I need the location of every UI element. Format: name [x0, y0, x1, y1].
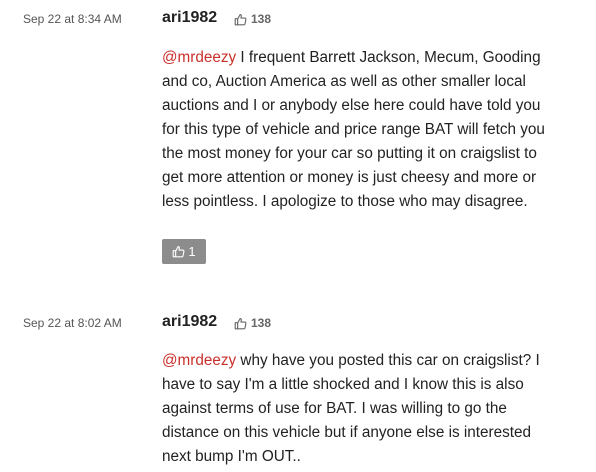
comment-date[interactable]: Sep 22 at 8:02 AM — [23, 316, 122, 330]
comment-line: distance on this vehicle but if anyone e… — [162, 424, 532, 441]
mention-link[interactable]: @mrdeezy — [162, 352, 236, 369]
comment-line: less pointless. I apologize to those who… — [162, 193, 528, 210]
thumbs-up-icon — [234, 13, 247, 25]
comment-body: @mrdeezy why have you posted this car on… — [162, 349, 587, 469]
like-button[interactable]: 1 — [162, 239, 206, 264]
comment-line: @mrdeezy I frequent Barrett Jackson, Mec… — [162, 46, 587, 70]
reputation-count: 138 — [251, 12, 272, 26]
comment-author[interactable]: ari1982 — [162, 9, 217, 27]
mention-link[interactable]: @mrdeezy — [162, 49, 236, 66]
author-reputation: 138 — [234, 316, 271, 330]
comment-body: @mrdeezy I frequent Barrett Jackson, Mec… — [162, 46, 587, 214]
comment-line: get more attention or money is just chee… — [162, 169, 537, 186]
comment-text: why have you posted this car on craigsli… — [236, 352, 540, 369]
comment-author[interactable]: ari1982 — [162, 313, 217, 331]
comment-line: auctions and I or anybody else here coul… — [162, 97, 541, 114]
reputation-count: 138 — [251, 316, 272, 330]
comment-line: the most money for your car so putting i… — [162, 145, 537, 162]
comment-line: have to say I'm a little shocked and I k… — [162, 376, 524, 393]
comment-line: against terms of use for BAT. I was will… — [162, 400, 507, 417]
like-count: 1 — [188, 244, 196, 259]
comment-text: I frequent Barrett Jackson, Mecum, Goodi… — [236, 49, 541, 66]
comment-line: for this type of vehicle and price range… — [162, 121, 545, 138]
thumbs-up-icon — [173, 246, 185, 258]
comment-date[interactable]: Sep 22 at 8:34 AM — [23, 12, 122, 26]
author-reputation: 138 — [234, 12, 271, 26]
comment-line: @mrdeezy why have you posted this car on… — [162, 349, 587, 373]
comment-line: and co, Auction America as well as other… — [162, 73, 526, 90]
thumbs-up-icon — [234, 317, 247, 329]
comment-line: next bump I'm OUT.. — [162, 448, 301, 465]
